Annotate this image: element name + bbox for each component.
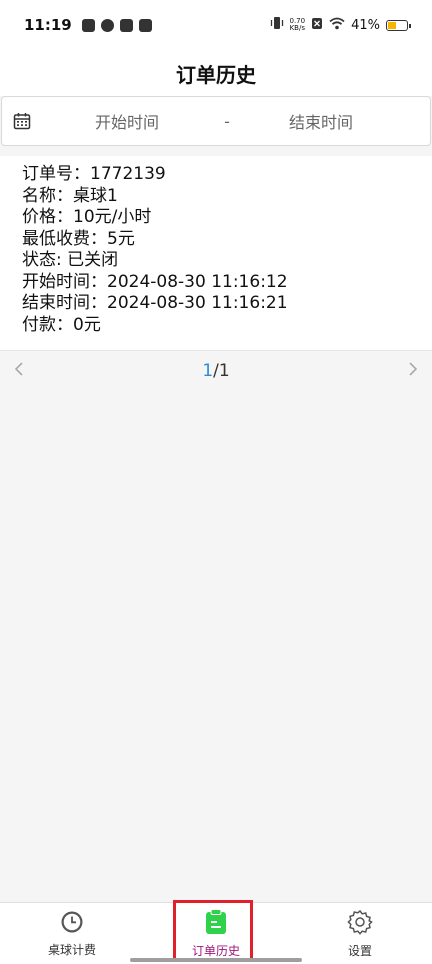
tab-settings-label: 设置 — [347, 943, 372, 958]
vibrate-icon — [270, 16, 284, 34]
net-speed: 0.70 KB/s — [290, 18, 306, 32]
home-indicator[interactable] — [130, 958, 302, 962]
notification-app-icon — [81, 18, 95, 32]
order-card[interactable]: 订单号：1772139 名称：桌球1 价格：10元/小时 最低收费：5元 状态:… — [0, 156, 432, 351]
bottom-nav: 桌球计费 订单历史 设置 — [0, 902, 432, 964]
clipboard-icon — [205, 908, 227, 938]
next-page-button[interactable] — [406, 360, 420, 383]
pagination: 1/1 — [0, 352, 432, 390]
net-speed-unit: KB/s — [289, 24, 305, 32]
battery-icon — [386, 19, 411, 31]
gear-icon — [347, 909, 373, 938]
order-payment: 付款：0元 — [22, 314, 101, 335]
tab-billing-label: 桌球计费 — [47, 942, 96, 957]
tab-order-history[interactable]: 订单历史 — [144, 903, 288, 964]
order-end-time: 结束时间：2024-08-30 11:16:21 — [22, 293, 288, 313]
tab-billing[interactable]: 桌球计费 — [0, 903, 144, 964]
page-header: 订单历史 — [0, 50, 432, 96]
tab-settings[interactable]: 设置 — [288, 903, 432, 964]
notification-app-icon — [100, 18, 114, 32]
status-bar: 11:19 0.70 KB/s 41% — [0, 0, 432, 50]
date-range-picker[interactable]: 开始时间 - 结束时间 — [1, 96, 431, 146]
order-min-charge: 最低收费：5元 — [22, 228, 135, 249]
tab-order-history-label: 订单历史 — [191, 943, 240, 958]
clock-time: 11:19 — [24, 16, 72, 34]
status-right: 0.70 KB/s 41% — [270, 16, 411, 34]
start-date-input[interactable]: 开始时间 — [42, 109, 212, 133]
status-left: 11:19 — [24, 16, 152, 34]
current-page: 1 — [202, 361, 214, 381]
tiktok-icon — [119, 18, 133, 32]
message-icon — [138, 18, 152, 32]
wifi-icon — [329, 17, 345, 34]
calendar-icon[interactable] — [2, 112, 42, 130]
prev-page-button[interactable] — [12, 360, 26, 383]
battery-fill — [388, 21, 397, 29]
end-date-input[interactable]: 结束时间 — [242, 109, 430, 133]
order-start-time: 开始时间：2024-08-30 11:16:12 — [22, 271, 288, 292]
order-number: 订单号：1772139 — [22, 164, 166, 184]
page-title: 订单历史 — [176, 62, 256, 87]
order-price: 价格：10元/小时 — [22, 207, 152, 227]
total-pages: /1 — [213, 361, 230, 381]
page-indicator: 1/1 — [202, 361, 229, 381]
battery-percent: 41% — [351, 17, 380, 33]
clock-icon — [60, 910, 84, 937]
no-sim-icon — [311, 17, 323, 34]
date-separator: - — [224, 111, 230, 131]
order-name: 名称：桌球1 — [22, 185, 118, 206]
order-status: 状态: 已关闭 — [22, 250, 119, 270]
